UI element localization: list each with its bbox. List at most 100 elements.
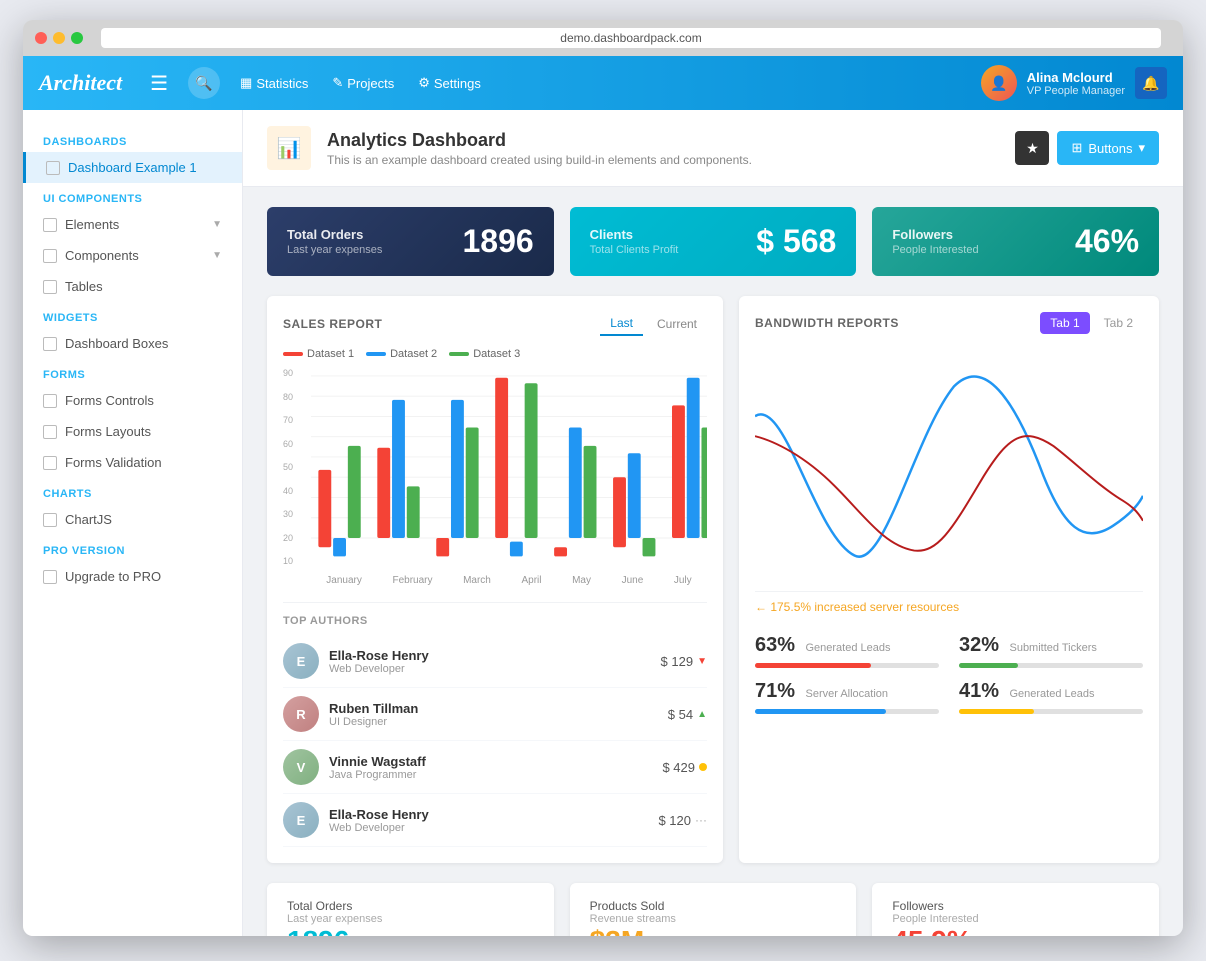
chart-legend: Dataset 1 Dataset 2 Dataset 3	[283, 348, 707, 360]
author-row-4: E Ella-Rose Henry Web Developer $ 120 ··…	[283, 794, 707, 847]
sidebar-item-upgrade[interactable]: Upgrade to PRO	[23, 561, 242, 592]
hamburger-icon[interactable]: ☰	[150, 71, 168, 96]
bottom-stats-row: Total Orders Last year expenses 1896 Pro…	[267, 883, 1159, 936]
bandwidth-title: BANDWIDTH REPORTS	[755, 316, 899, 330]
progress-bar-3	[755, 709, 886, 714]
sidebar-section-charts: CHARTS	[23, 478, 242, 504]
sidebar-item-formsvalidation[interactable]: Forms Validation	[23, 447, 242, 478]
bandwidth-tab2[interactable]: Tab 2	[1094, 312, 1143, 334]
page-header-actions: ★ ⊞ Buttons ▾	[1015, 131, 1159, 165]
user-avatar[interactable]: 👤	[981, 65, 1017, 101]
user-role: VP People Manager	[1027, 85, 1125, 97]
bsc-value-followers: 45,9%	[892, 925, 1139, 936]
author-row-2: R Ruben Tillman UI Designer $ 54 ▲	[283, 688, 707, 741]
bandwidth-card: BANDWIDTH REPORTS Tab 1 Tab 2	[739, 296, 1159, 863]
bottom-stat-products: Products Sold Revenue streams $3M	[570, 883, 857, 936]
upgrade-icon	[43, 570, 57, 584]
bandwidth-chart-svg	[755, 346, 1143, 586]
author-row-3: V Vinnie Wagstaff Java Programmer $ 429	[283, 741, 707, 794]
minimize-dot[interactable]	[53, 32, 65, 44]
page-content: 📊 Analytics Dashboard This is an example…	[243, 110, 1183, 936]
star-button[interactable]: ★	[1015, 131, 1049, 165]
stat-value-clients: $ 568	[756, 223, 836, 260]
fullscreen-dot[interactable]	[71, 32, 83, 44]
page-header: 📊 Analytics Dashboard This is an example…	[243, 110, 1183, 187]
legend-dataset2: Dataset 2	[366, 348, 437, 360]
author-amount-1: $ 129 ▼	[661, 654, 707, 669]
legend-dataset3: Dataset 3	[449, 348, 520, 360]
dashboard-icon	[46, 161, 60, 175]
bandwidth-tab1[interactable]: Tab 1	[1040, 312, 1089, 334]
author-info-1: Ella-Rose Henry Web Developer	[329, 648, 429, 675]
bar-chart-svg	[311, 368, 707, 568]
sales-report-card: SALES REPORT Last Current Dataset 1	[267, 296, 723, 863]
server-info: ← 175.5% increased server resources	[755, 591, 1143, 622]
author-amount-2: $ 54 ▲	[668, 707, 707, 722]
sidebar-item-chartjs[interactable]: ChartJS	[23, 504, 242, 535]
address-bar[interactable]: demo.dashboardpack.com	[101, 28, 1161, 48]
page-subtitle: This is an example dashboard created usi…	[327, 153, 752, 167]
sidebar-item-dashboard1[interactable]: Dashboard Example 1	[23, 152, 242, 183]
stat-card-orders: Total Orders Last year expenses 1896	[267, 207, 554, 276]
bw-stat-3: 71% Server Allocation	[755, 680, 939, 714]
author-row-1: E Ella-Rose Henry Web Developer $ 129 ▼	[283, 635, 707, 688]
search-button[interactable]: 🔍	[188, 67, 220, 99]
close-dot[interactable]	[35, 32, 47, 44]
progress-bar-1	[755, 663, 871, 668]
layout-icon	[43, 425, 57, 439]
main-content: DASHBOARDS Dashboard Example 1 UI COMPON…	[23, 110, 1183, 936]
sidebar-section-pro: PRO VERSION	[23, 535, 242, 561]
bottom-stat-followers: Followers People Interested 45,9%	[872, 883, 1159, 936]
edit-icon: ✎	[332, 75, 343, 91]
more-icon: ···	[695, 813, 707, 827]
author-amount-3: $ 429	[662, 760, 707, 775]
top-authors-section: TOP AUTHORS E Ella-Rose Henry Web Develo…	[283, 602, 707, 847]
components-icon	[43, 249, 57, 263]
boxes-icon	[43, 337, 57, 351]
author-info-3: Vinnie Wagstaff Java Programmer	[329, 754, 426, 781]
author-amount-4: $ 120 ···	[658, 813, 707, 828]
forms-icon	[43, 394, 57, 408]
bw-stat-2: 32% Submitted Tickers	[959, 634, 1143, 668]
author-avatar-2: R	[283, 696, 319, 732]
buttons-dropdown[interactable]: ⊞ Buttons ▾	[1057, 131, 1159, 165]
nav-right: 👤 Alina Mclourd VP People Manager 🔔	[981, 65, 1167, 101]
nav-links: ▦ Statistics ✎ Projects ⚙ Settings	[240, 75, 481, 91]
sidebar-item-components[interactable]: Components ▼	[23, 240, 242, 271]
stats-row: Total Orders Last year expenses 1896 Cli…	[267, 207, 1159, 276]
layout-icon: ⊞	[1071, 140, 1082, 156]
tab-current[interactable]: Current	[647, 312, 707, 336]
legend-dataset1: Dataset 1	[283, 348, 354, 360]
tab-last[interactable]: Last	[600, 312, 643, 336]
browser-dots	[35, 32, 83, 44]
bsc-value-orders: 1896	[287, 925, 534, 936]
stat-card-followers: Followers People Interested 46%	[872, 207, 1159, 276]
nav-projects[interactable]: ✎ Projects	[332, 75, 394, 91]
author-avatar-4: E	[283, 802, 319, 838]
author-info-2: Ruben Tillman UI Designer	[329, 701, 418, 728]
user-name: Alina Mclourd	[1027, 70, 1125, 85]
sidebar-section-dashboards: DASHBOARDS	[23, 126, 242, 152]
trend-down-icon: ▼	[697, 656, 707, 667]
nav-settings[interactable]: ⚙ Settings	[418, 75, 481, 91]
stat-card-clients: Clients Total Clients Profit $ 568	[570, 207, 857, 276]
stat-value-followers: 46%	[1075, 223, 1139, 260]
top-authors-title: TOP AUTHORS	[283, 615, 707, 627]
sidebar-item-tables[interactable]: Tables	[23, 271, 242, 302]
top-nav: Architect ☰ 🔍 ▦ Statistics ✎ Projects ⚙ …	[23, 56, 1183, 110]
nav-statistics[interactable]: ▦ Statistics	[240, 75, 308, 91]
notification-button[interactable]: 🔔	[1135, 67, 1167, 99]
sidebar-item-dashboxes[interactable]: Dashboard Boxes	[23, 328, 242, 359]
logo: Architect	[39, 70, 122, 96]
bandwidth-stats-grid: 63% Generated Leads 32% Submitted Ticker…	[755, 634, 1143, 714]
sidebar-item-formscontrols[interactable]: Forms Controls	[23, 385, 242, 416]
sidebar-item-formslayouts[interactable]: Forms Layouts	[23, 416, 242, 447]
elements-icon	[43, 218, 57, 232]
author-avatar-3: V	[283, 749, 319, 785]
stat-label-followers: Followers	[892, 227, 978, 242]
sidebar-item-elements[interactable]: Elements ▼	[23, 209, 242, 240]
author-avatar-1: E	[283, 643, 319, 679]
page-title: Analytics Dashboard	[327, 130, 752, 151]
stat-sublabel-orders: Last year expenses	[287, 244, 382, 256]
tables-icon	[43, 280, 57, 294]
